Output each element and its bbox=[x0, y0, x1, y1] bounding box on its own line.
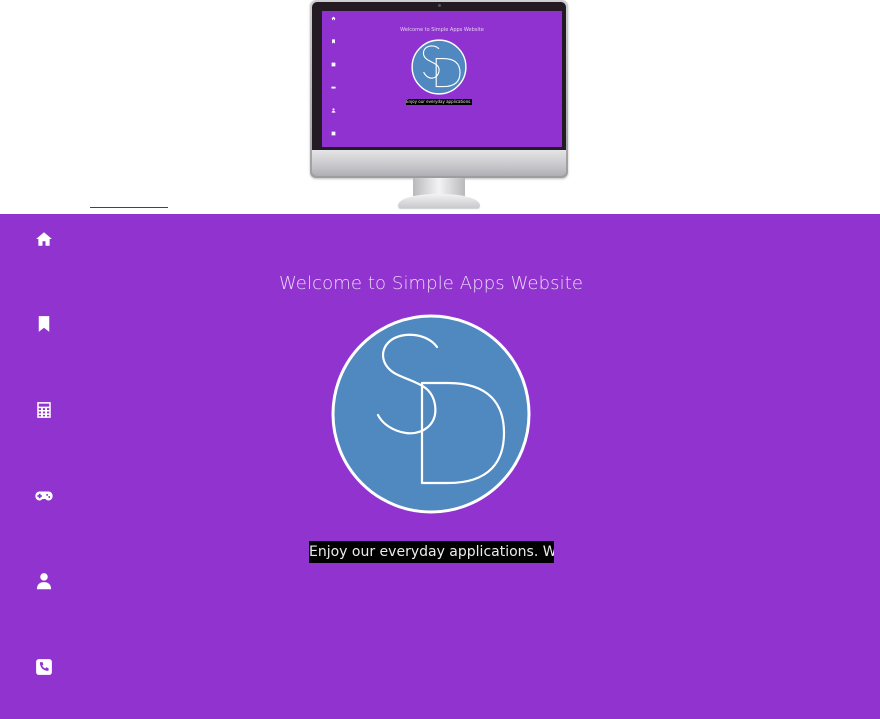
mockup-logo bbox=[411, 39, 467, 95]
divider-line bbox=[90, 207, 168, 208]
imac-bezel: Welcome to Simple Apps Website Enjoy our… bbox=[312, 2, 566, 150]
nav-home[interactable] bbox=[34, 229, 54, 249]
nav-bookmark[interactable] bbox=[34, 314, 54, 334]
tagline-marquee: Enjoy our everyday applications. We m bbox=[309, 541, 554, 563]
gamepad-icon bbox=[35, 491, 53, 501]
imac-frame: Welcome to Simple Apps Website Enjoy our… bbox=[310, 0, 568, 178]
nav-games[interactable] bbox=[34, 486, 54, 506]
home-icon bbox=[331, 16, 336, 21]
phone-icon bbox=[331, 131, 336, 136]
sd-logo bbox=[331, 314, 531, 514]
home-icon bbox=[36, 232, 52, 246]
nav-contact[interactable] bbox=[34, 657, 54, 677]
camera-icon bbox=[438, 4, 441, 7]
calculator-icon bbox=[37, 402, 51, 418]
nav-calculator[interactable] bbox=[34, 400, 54, 420]
imac-chin bbox=[312, 150, 566, 176]
calculator-icon bbox=[331, 62, 336, 67]
phone-icon bbox=[36, 659, 52, 675]
bookmark-icon bbox=[332, 39, 335, 44]
user-icon bbox=[36, 573, 52, 590]
gamepad-icon bbox=[331, 86, 336, 89]
user-icon bbox=[331, 108, 336, 113]
page-title: Welcome to Simple Apps Website bbox=[278, 273, 584, 294]
nav-profile[interactable] bbox=[34, 571, 54, 591]
main-panel: Welcome to Simple Apps Website Enjoy our… bbox=[0, 214, 880, 719]
mockup-screen: Welcome to Simple Apps Website Enjoy our… bbox=[322, 11, 562, 147]
mockup-welcome-title: Welcome to Simple Apps Website bbox=[400, 27, 484, 33]
bookmark-icon bbox=[38, 316, 50, 332]
imac-mockup: Welcome to Simple Apps Website Enjoy our… bbox=[310, 0, 570, 210]
imac-stand-foot bbox=[398, 194, 480, 208]
mockup-tagline: Enjoy our everyday applications. We m bbox=[406, 99, 472, 105]
